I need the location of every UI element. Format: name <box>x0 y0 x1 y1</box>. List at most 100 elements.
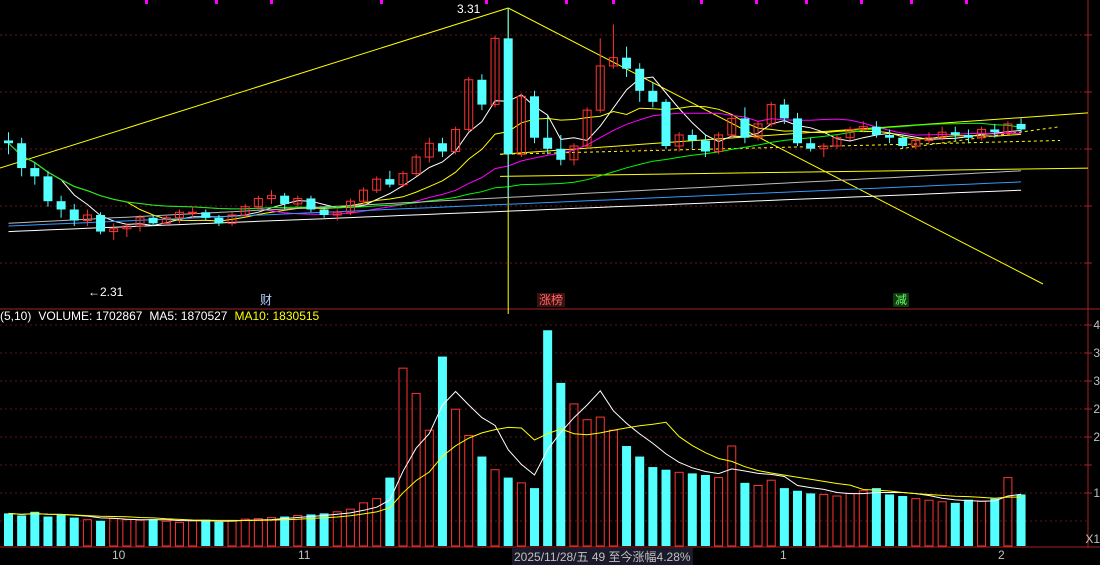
volume-bar <box>253 518 263 547</box>
candle-body <box>740 118 750 138</box>
marker-finance[interactable]: 财 <box>258 293 274 307</box>
candle-body <box>280 195 290 204</box>
trend-line-up <box>0 7 509 169</box>
x-axis-label-2: 2 <box>998 548 1005 562</box>
volume-bar <box>582 419 592 547</box>
candle-body <box>319 209 329 215</box>
volume-bar <box>937 501 947 547</box>
ma120-line <box>8 181 1022 227</box>
candle-body <box>700 140 710 152</box>
event-marker <box>860 0 863 4</box>
volume-bar <box>201 519 211 546</box>
volume-bar <box>608 429 618 547</box>
candle-body <box>661 101 671 146</box>
candle-body <box>201 212 211 218</box>
volume-bar <box>911 498 921 547</box>
candle-body <box>530 96 539 138</box>
volume-bar <box>503 477 513 546</box>
vol-ytick: 3 <box>1093 374 1100 388</box>
candle-body <box>477 79 487 105</box>
vol-ytick: 1 <box>1093 486 1100 500</box>
volume-bar <box>569 403 579 547</box>
volume-bar <box>96 520 106 546</box>
volume-bar <box>530 488 539 546</box>
volume-bar <box>240 518 250 547</box>
volume-bar <box>595 416 605 547</box>
volume-bar <box>740 482 750 546</box>
volume-bar <box>819 493 829 547</box>
volume-bar <box>700 474 710 546</box>
candle-body <box>950 132 960 135</box>
candle-body <box>543 137 553 149</box>
candle-body <box>556 148 566 160</box>
vol-ytick: 4 <box>1093 318 1100 332</box>
candle-body <box>56 201 66 210</box>
candle-body <box>214 217 224 224</box>
high-price-label: 3.31 <box>457 2 481 16</box>
status-bar: 2025/11/28/五 49 至今涨幅4.28% <box>512 548 693 565</box>
volume-indicator-header: (5,10) VOLUME: 1702867 MA5: 1870527 MA10: 1… <box>0 309 326 323</box>
candle-body <box>437 143 447 152</box>
volume-bar <box>661 469 671 546</box>
volume-bar <box>871 488 881 546</box>
vol-ytick: 2 <box>1093 402 1100 416</box>
volume-bar <box>779 488 789 546</box>
volume-bar <box>1016 494 1026 546</box>
ma5-line <box>8 76 1022 227</box>
event-marker <box>910 0 913 4</box>
ma180-line <box>8 170 1022 224</box>
candle-body <box>885 134 895 138</box>
volume-bar <box>227 520 237 547</box>
candle-body <box>687 134 697 141</box>
volume-bar <box>345 508 355 547</box>
volume-ma5-line <box>8 389 1022 522</box>
volume-bar <box>69 517 79 546</box>
marker-limit-up[interactable]: 涨榜 <box>537 293 566 307</box>
volume-bar <box>17 515 27 546</box>
volume-bar <box>135 519 145 547</box>
volume-bar <box>924 499 934 547</box>
volume-bar <box>451 408 461 547</box>
volume-bar <box>1003 477 1013 547</box>
volume-bar <box>214 521 224 546</box>
candle-body <box>43 176 53 202</box>
volume-bar <box>411 392 421 547</box>
candle-body <box>898 137 908 146</box>
x-axis-label-11: 11 <box>298 548 311 562</box>
volume-bar <box>622 446 632 546</box>
volume-bar <box>490 469 500 547</box>
kline-chart[interactable] <box>0 0 1100 564</box>
event-marker <box>565 0 568 4</box>
volume-bar <box>174 521 184 547</box>
volume-bars[interactable] <box>4 330 1026 547</box>
candle-body <box>806 143 816 149</box>
candle-body <box>622 57 632 69</box>
volume-bar <box>885 494 895 546</box>
volume-bar <box>950 502 960 546</box>
volume-bar <box>30 511 40 546</box>
candle-body <box>385 179 395 185</box>
volume-bar <box>714 477 724 547</box>
volume-bar <box>43 516 53 546</box>
volume-bar <box>122 519 132 547</box>
volume-bar <box>898 496 908 546</box>
volume-bar <box>858 490 868 547</box>
volume-bar <box>56 514 66 546</box>
volume-bar <box>635 456 645 546</box>
trend-lines <box>0 7 1089 314</box>
candle-body <box>635 68 645 91</box>
volume-bar <box>648 467 658 546</box>
volume-bar <box>687 473 697 546</box>
volume-bar <box>82 519 92 547</box>
volume-bar <box>963 499 973 546</box>
event-marker <box>485 0 488 4</box>
volume-bar <box>477 456 487 546</box>
volume-bar <box>806 493 816 546</box>
candle-body <box>1016 123 1026 130</box>
candle-body <box>990 129 1000 133</box>
volume-bar <box>753 484 763 547</box>
marker-reduce[interactable]: 减 <box>893 293 910 307</box>
corner-label: X1 <box>1085 532 1100 546</box>
event-marker <box>805 0 808 4</box>
candle-body <box>148 217 158 224</box>
